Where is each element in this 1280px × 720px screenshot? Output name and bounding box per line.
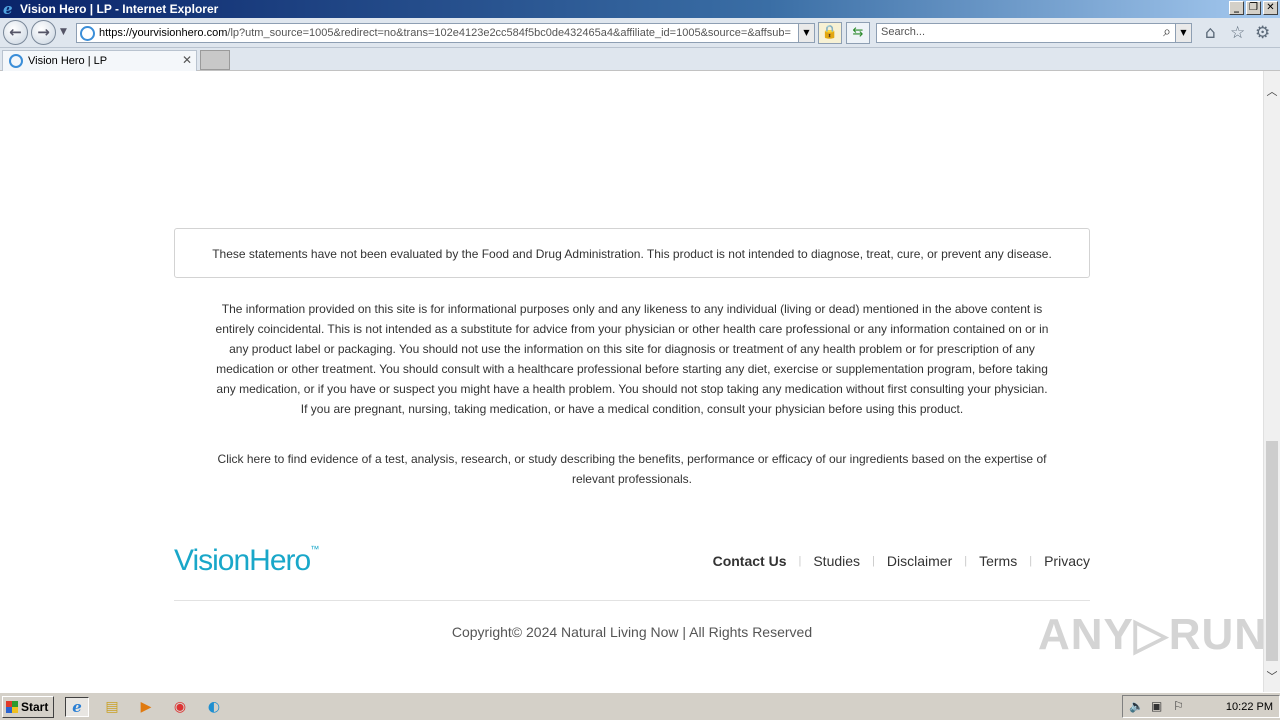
search-dropdown-icon[interactable]: ▼	[1175, 24, 1191, 42]
footer-nav: Contact Us | Studies | Disclaimer | Term…	[713, 553, 1090, 569]
gear-icon[interactable]: ⚙	[1255, 23, 1270, 43]
scroll-thumb[interactable]	[1266, 441, 1278, 661]
footer-link-contact-us[interactable]: Contact Us	[713, 553, 787, 569]
forward-button[interactable]: →	[31, 20, 56, 45]
internet-explorer-icon: e	[3, 0, 13, 18]
footer-link-studies[interactable]: Studies	[813, 553, 860, 569]
media-player-icon[interactable]: ▶	[134, 697, 158, 717]
back-button[interactable]: ←	[3, 20, 28, 45]
favorites-star-icon[interactable]: ☆	[1230, 23, 1245, 43]
system-tray: 🔈 ▣ ⚐ 10:22 PM	[1122, 695, 1280, 718]
footer-link-privacy[interactable]: Privacy	[1044, 553, 1090, 569]
address-dropdown-icon[interactable]: ▼	[798, 24, 814, 42]
footer-separator: |	[798, 555, 802, 567]
address-bar[interactable]: https://yourvisionhero.com/lp?utm_source…	[76, 23, 815, 43]
tab-favicon-icon	[9, 54, 23, 68]
address-url[interactable]: https://yourvisionhero.com/lp?utm_source…	[99, 27, 796, 40]
close-window-button[interactable]: ✕	[1263, 1, 1278, 15]
screen: e Vision Hero | LP - Internet Explorer _…	[0, 0, 1280, 720]
window-controls: _ ❐ ✕	[1229, 1, 1278, 15]
footer-divider	[174, 600, 1090, 601]
footer-separator: |	[1029, 555, 1033, 567]
tab-vision-hero[interactable]: Vision Hero | LP ✕	[2, 50, 197, 71]
disclaimer-text: The information provided on this site is…	[215, 302, 1049, 416]
footer-link-terms[interactable]: Terms	[979, 553, 1017, 569]
clock[interactable]: 10:22 PM	[1226, 701, 1273, 713]
restore-button[interactable]: ❐	[1246, 1, 1261, 15]
minimize-button[interactable]: _	[1229, 1, 1244, 15]
windows-flag-icon	[6, 701, 18, 713]
page-viewport: These statements have not been evaluated…	[0, 71, 1263, 692]
copyright-text: Copyright© 2024 Natural Living Now | All…	[451, 624, 813, 640]
evidence-text: Click here to find evidence of a test, a…	[214, 449, 1050, 489]
evidence-link[interactable]: Click here to find	[218, 452, 307, 466]
tab-label: Vision Hero | LP	[28, 55, 108, 67]
scroll-up-icon[interactable]: ︿	[1264, 83, 1280, 98]
tab-bar: Vision Hero | LP ✕	[0, 48, 1280, 71]
fda-notice: These statements have not been evaluated…	[174, 228, 1090, 278]
network-icon[interactable]: ▣	[1151, 699, 1162, 713]
footer-link-disclaimer[interactable]: Disclaimer	[887, 553, 952, 569]
file-explorer-icon[interactable]: ▤	[100, 697, 124, 717]
search-icon[interactable]: ⌕	[1163, 24, 1171, 40]
scroll-down-icon[interactable]: ﹀	[1264, 668, 1280, 683]
volume-icon[interactable]: 🔈	[1129, 699, 1144, 713]
search-input[interactable]: Search... ⌕ ▼	[876, 23, 1192, 43]
lock-icon[interactable]: 🔒	[818, 22, 842, 44]
refresh-icon[interactable]: ⇆	[846, 22, 870, 44]
navigation-bar: ← → ▼ https://yourvisionhero.com/lp?utm_…	[0, 18, 1280, 48]
search-placeholder: Search...	[881, 26, 926, 38]
evidence-body: evidence of a test, analysis, research, …	[306, 452, 1047, 486]
site-favicon-icon	[80, 26, 95, 41]
history-dropdown-icon[interactable]: ▼	[60, 27, 67, 37]
home-icon[interactable]: ⌂	[1205, 23, 1216, 43]
window-title-bar: e Vision Hero | LP - Internet Explorer _…	[0, 0, 1280, 18]
vertical-scrollbar[interactable]: ︿ ﹀	[1263, 71, 1280, 692]
new-tab-button[interactable]	[200, 50, 230, 70]
footer-separator: |	[964, 555, 968, 567]
chrome-icon[interactable]: ◉	[168, 697, 192, 717]
close-tab-icon[interactable]: ✕	[182, 53, 192, 67]
internet-explorer-taskbar-icon[interactable]: e	[65, 697, 89, 717]
action-center-flag-icon[interactable]: ⚐	[1173, 699, 1184, 713]
anyrun-watermark: ANY▷RUN	[1038, 610, 1263, 659]
window-title: Vision Hero | LP - Internet Explorer	[20, 2, 219, 16]
taskbar: Start e ▤ ▶ ◉ ◐ 🔈 ▣ ⚐ 10:22 PM	[0, 692, 1280, 720]
visionhero-logo[interactable]: VisionHero™	[174, 544, 319, 578]
footer-separator: |	[872, 555, 875, 567]
start-label: Start	[21, 700, 49, 714]
start-button[interactable]: Start	[2, 696, 54, 718]
edge-icon[interactable]: ◐	[202, 697, 226, 717]
